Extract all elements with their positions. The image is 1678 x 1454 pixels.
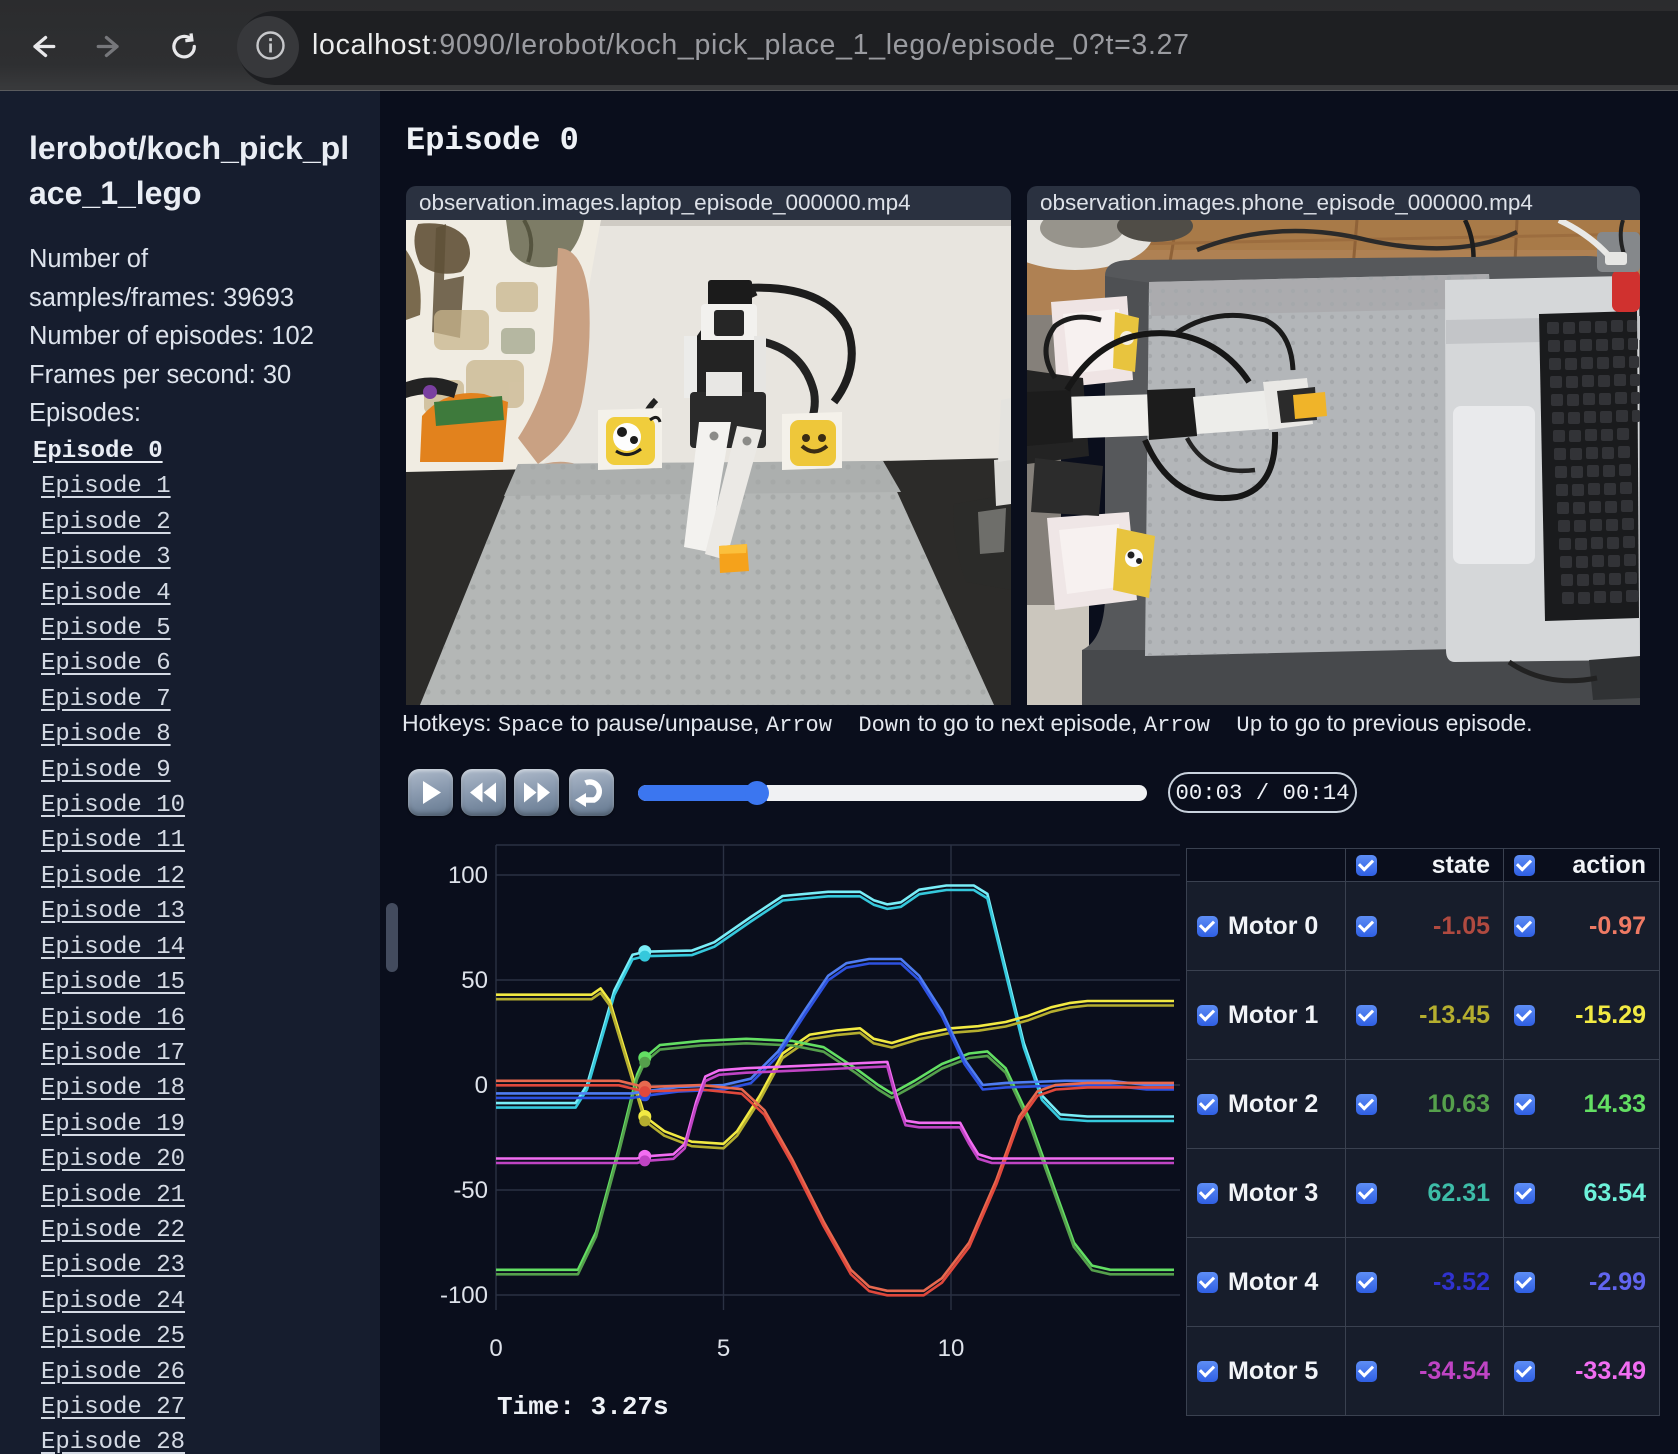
svg-text:-50: -50	[453, 1177, 488, 1204]
svg-text:0: 0	[475, 1072, 488, 1099]
svg-text:0: 0	[489, 1335, 502, 1362]
svg-text:100: 100	[448, 862, 488, 889]
svg-text:5: 5	[717, 1335, 730, 1362]
svg-text:10: 10	[938, 1335, 965, 1362]
svg-text:Time: 3.27s: Time: 3.27s	[497, 1392, 669, 1422]
svg-text:50: 50	[461, 967, 488, 994]
svg-text:-100: -100	[440, 1282, 488, 1309]
